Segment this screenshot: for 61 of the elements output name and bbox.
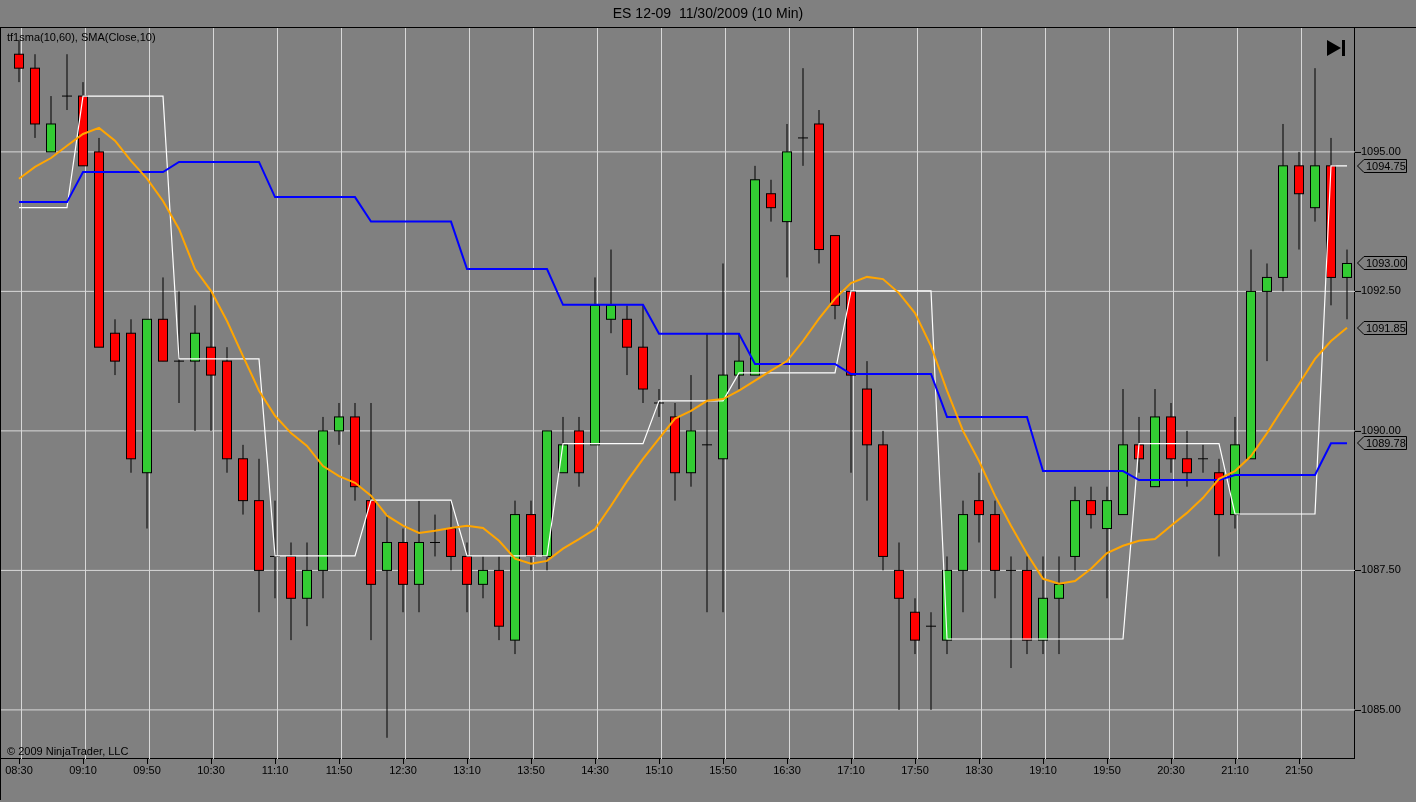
candlestick (622, 304, 632, 376)
time-axis-label: 14:30 (581, 765, 609, 776)
candlestick (653, 388, 665, 418)
candlestick (910, 597, 920, 655)
price-axis-label: 1090.00 (1361, 424, 1401, 436)
candlestick (1086, 486, 1096, 530)
candlestick (446, 500, 456, 571)
price-axis-label: 1085.00 (1361, 703, 1401, 715)
price-axis-label: 1087.50 (1361, 564, 1401, 576)
candlestick (110, 318, 120, 376)
candlestick (462, 542, 472, 613)
time-axis-label: 09:10 (69, 765, 97, 776)
price-marker: 1093.00 (1357, 256, 1407, 271)
price-marker: 1094.75 (1357, 158, 1407, 173)
axis-tick (1355, 291, 1361, 293)
time-axis-label: 21:10 (1221, 765, 1249, 776)
candlestick (238, 444, 248, 516)
time-axis-label: 20:30 (1157, 765, 1185, 776)
axis-tick (1355, 151, 1361, 153)
candlestick (1182, 430, 1192, 488)
time-axis-label: 19:50 (1093, 765, 1121, 776)
candlestick (46, 95, 56, 153)
time-axis-label: 10:30 (197, 765, 225, 776)
price-marker: 1091.85 (1357, 320, 1407, 335)
time-axis-label: 17:50 (901, 765, 929, 776)
time-axis-label: 15:10 (645, 765, 673, 776)
time-axis-label: 13:10 (453, 765, 481, 776)
candlestick (1197, 444, 1209, 474)
time-axis-label: 11:50 (325, 765, 353, 776)
candlestick (334, 402, 344, 446)
candlestick (1342, 249, 1352, 320)
candlestick (974, 472, 984, 543)
time-axis-label: 16:30 (773, 765, 801, 776)
time-axis-label: 13:50 (517, 765, 545, 776)
candlestick (1134, 416, 1144, 474)
candlestick (1166, 402, 1176, 474)
skip-to-end-icon[interactable] (1327, 39, 1347, 57)
time-axis-label: 11:10 (261, 765, 289, 776)
time-axis-label: 17:10 (837, 765, 865, 776)
time-axis-label: 09:50 (133, 765, 161, 776)
chart-title: ES 12-09 11/30/2009 (10 Min) (612, 4, 804, 23)
time-axis-label: 19:10 (1029, 765, 1057, 776)
price-marker: 1089.78 (1357, 436, 1407, 451)
axis-tick (1355, 570, 1361, 572)
candlestick (558, 416, 568, 474)
candlestick (429, 514, 441, 557)
axis-tick (1355, 430, 1361, 432)
time-axis-label: 08:30 (5, 765, 33, 776)
candlestick (478, 555, 488, 599)
time-axis-label: 12:30 (389, 765, 417, 776)
candlestick (574, 416, 584, 488)
price-axis-label: 1095.00 (1361, 145, 1401, 157)
candlestick (734, 332, 744, 390)
candlestick (766, 179, 776, 223)
time-axis-label: 18:30 (965, 765, 993, 776)
candlestick (526, 500, 536, 571)
price-axis-label: 1092.50 (1361, 285, 1401, 297)
time-axis-label: 15:50 (709, 765, 737, 776)
time-axis-label: 21:50 (1285, 765, 1313, 776)
axis-tick (1355, 709, 1361, 711)
candlestick (61, 53, 73, 111)
